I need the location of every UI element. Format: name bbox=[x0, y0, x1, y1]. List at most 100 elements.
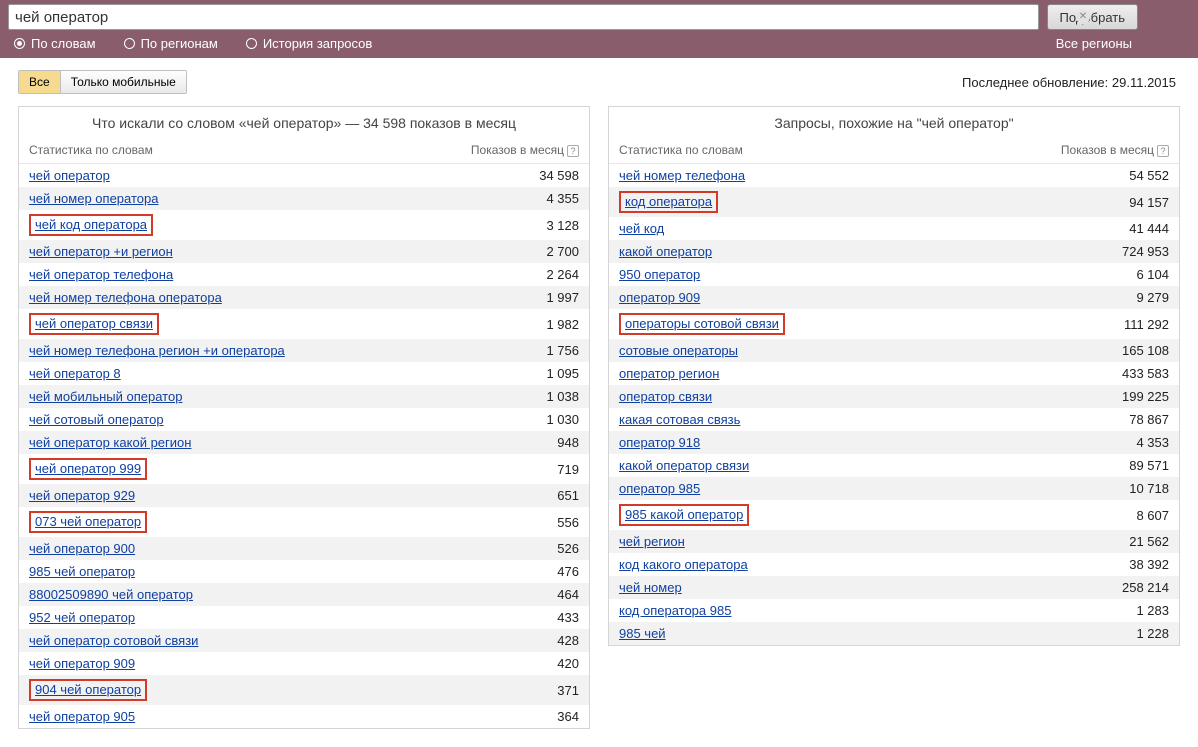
opt-history[interactable]: История запросов bbox=[246, 36, 373, 51]
last-updated: Последнее обновление: 29.11.2015 bbox=[962, 75, 1176, 90]
query-count: 38 392 bbox=[1099, 557, 1169, 572]
table-row: 073 чей оператор 556 bbox=[19, 507, 589, 537]
table-row: чей номер телефона регион +и оператора1 … bbox=[19, 339, 589, 362]
table-row: 952 чей оператор433 bbox=[19, 606, 589, 629]
query-link[interactable]: чей номер оператора bbox=[29, 191, 158, 206]
tab-all[interactable]: Все bbox=[19, 71, 61, 93]
submit-button[interactable]: Подобрать bbox=[1047, 4, 1138, 30]
query-link[interactable]: чей мобильный оператор bbox=[29, 389, 182, 404]
table-row: код какого оператора 38 392 bbox=[609, 553, 1179, 576]
radio-icon bbox=[14, 38, 25, 49]
radio-icon bbox=[246, 38, 257, 49]
opt-by-words[interactable]: По словам bbox=[14, 36, 96, 51]
table-row: чей оператор 81 095 bbox=[19, 362, 589, 385]
query-count: 724 953 bbox=[1099, 244, 1169, 259]
table-row: 88002509890 чей оператор464 bbox=[19, 583, 589, 606]
query-link[interactable]: чей оператор телефона bbox=[29, 267, 173, 282]
query-link[interactable]: сотовые операторы bbox=[619, 343, 738, 358]
search-input[interactable] bbox=[8, 4, 1039, 30]
col-header-words: Статистика по словам bbox=[619, 143, 743, 157]
table-row: оператор связи199 225 bbox=[609, 385, 1179, 408]
query-link[interactable]: оператор 918 bbox=[619, 435, 700, 450]
query-count: 94 157 bbox=[1099, 195, 1169, 210]
query-link[interactable]: какая сотовая связь bbox=[619, 412, 740, 427]
query-link[interactable]: 985 какой оператор bbox=[625, 507, 743, 522]
query-link[interactable]: 904 чей оператор bbox=[35, 682, 141, 697]
query-link[interactable]: какой оператор bbox=[619, 244, 712, 259]
query-link[interactable]: 88002509890 чей оператор bbox=[29, 587, 193, 602]
query-count: 526 bbox=[509, 541, 579, 556]
query-link[interactable]: чей оператор 900 bbox=[29, 541, 135, 556]
query-link[interactable]: чей оператор 929 bbox=[29, 488, 135, 503]
query-link[interactable]: 952 чей оператор bbox=[29, 610, 135, 625]
help-icon[interactable]: ? bbox=[567, 145, 579, 157]
opt-by-regions[interactable]: По регионам bbox=[124, 36, 218, 51]
table-row: чей номер телефона 54 552 bbox=[609, 164, 1179, 187]
table-row: чей оператор связи1 982 bbox=[19, 309, 589, 339]
query-link[interactable]: код оператора 985 bbox=[619, 603, 731, 618]
query-count: 1 038 bbox=[509, 389, 579, 404]
help-icon[interactable]: ? bbox=[1157, 145, 1169, 157]
query-link[interactable]: чей оператор сотовой связи bbox=[29, 633, 198, 648]
query-link[interactable]: чей оператор bbox=[29, 168, 110, 183]
query-link[interactable]: чей оператор 999 bbox=[35, 461, 141, 476]
table-row: чей код41 444 bbox=[609, 217, 1179, 240]
query-count: 165 108 bbox=[1099, 343, 1169, 358]
query-link[interactable]: чей оператор какой регион bbox=[29, 435, 191, 450]
query-link[interactable]: чей сотовый оператор bbox=[29, 412, 164, 427]
query-link[interactable]: чей номер bbox=[619, 580, 682, 595]
opt-label: По словам bbox=[31, 36, 96, 51]
table-row: чей оператор 929 651 bbox=[19, 484, 589, 507]
query-link[interactable]: чей номер телефона bbox=[619, 168, 745, 183]
query-link[interactable]: чей номер телефона регион +и оператора bbox=[29, 343, 285, 358]
query-link[interactable]: 950 оператор bbox=[619, 267, 700, 282]
query-count: 111 292 bbox=[1099, 317, 1169, 332]
query-link[interactable]: чей оператор связи bbox=[35, 316, 153, 331]
table-row: какой оператор 724 953 bbox=[609, 240, 1179, 263]
query-link[interactable]: чей регион bbox=[619, 534, 685, 549]
table-row: чей оператор 900 526 bbox=[19, 537, 589, 560]
query-link[interactable]: оператор регион bbox=[619, 366, 719, 381]
table-row: чей номер 258 214 bbox=[609, 576, 1179, 599]
query-link[interactable]: чей код bbox=[619, 221, 664, 236]
table-row: сотовые операторы 165 108 bbox=[609, 339, 1179, 362]
table-row: оператор 909 9 279 bbox=[609, 286, 1179, 309]
query-count: 651 bbox=[509, 488, 579, 503]
query-count: 258 214 bbox=[1099, 580, 1169, 595]
query-link[interactable]: оператор связи bbox=[619, 389, 712, 404]
left-panel: Что искали со словом «чей оператор» — 34… bbox=[18, 106, 590, 729]
query-count: 556 bbox=[509, 515, 579, 530]
query-link[interactable]: операторы сотовой связи bbox=[625, 316, 779, 331]
table-row: код оператора 94 157 bbox=[609, 187, 1179, 217]
table-row: чей код оператора3 128 bbox=[19, 210, 589, 240]
table-row: 985 чей оператор 476 bbox=[19, 560, 589, 583]
query-link[interactable]: какой оператор связи bbox=[619, 458, 749, 473]
query-link[interactable]: чей оператор 8 bbox=[29, 366, 121, 381]
query-count: 6 104 bbox=[1099, 267, 1169, 282]
query-link[interactable]: оператор 985 bbox=[619, 481, 700, 496]
query-link[interactable]: чей оператор 905 bbox=[29, 709, 135, 724]
all-regions-link[interactable]: Все регионы bbox=[1056, 36, 1132, 51]
query-link[interactable]: код какого оператора bbox=[619, 557, 748, 572]
query-link[interactable]: оператор 909 bbox=[619, 290, 700, 305]
query-link[interactable]: чей номер телефона оператора bbox=[29, 290, 222, 305]
query-count: 9 279 bbox=[1099, 290, 1169, 305]
query-link[interactable]: 985 чей оператор bbox=[29, 564, 135, 579]
clear-icon[interactable]: ✕ bbox=[1076, 10, 1090, 24]
query-count: 21 562 bbox=[1099, 534, 1169, 549]
table-row: 985 какой оператор8 607 bbox=[609, 500, 1179, 530]
query-link[interactable]: чей оператор +и регион bbox=[29, 244, 173, 259]
query-link[interactable]: чей оператор 909 bbox=[29, 656, 135, 671]
query-count: 371 bbox=[509, 683, 579, 698]
query-link[interactable]: код оператора bbox=[625, 194, 712, 209]
query-link[interactable]: 985 чей bbox=[619, 626, 666, 641]
tab-mobile[interactable]: Только мобильные bbox=[61, 71, 186, 93]
query-link[interactable]: 073 чей оператор bbox=[35, 514, 141, 529]
query-count: 89 571 bbox=[1099, 458, 1169, 473]
col-header-count: Показов в месяц? bbox=[471, 143, 579, 157]
query-count: 476 bbox=[509, 564, 579, 579]
table-row: чей регион 21 562 bbox=[609, 530, 1179, 553]
query-count: 1 997 bbox=[509, 290, 579, 305]
query-count: 54 552 bbox=[1099, 168, 1169, 183]
query-link[interactable]: чей код оператора bbox=[35, 217, 147, 232]
